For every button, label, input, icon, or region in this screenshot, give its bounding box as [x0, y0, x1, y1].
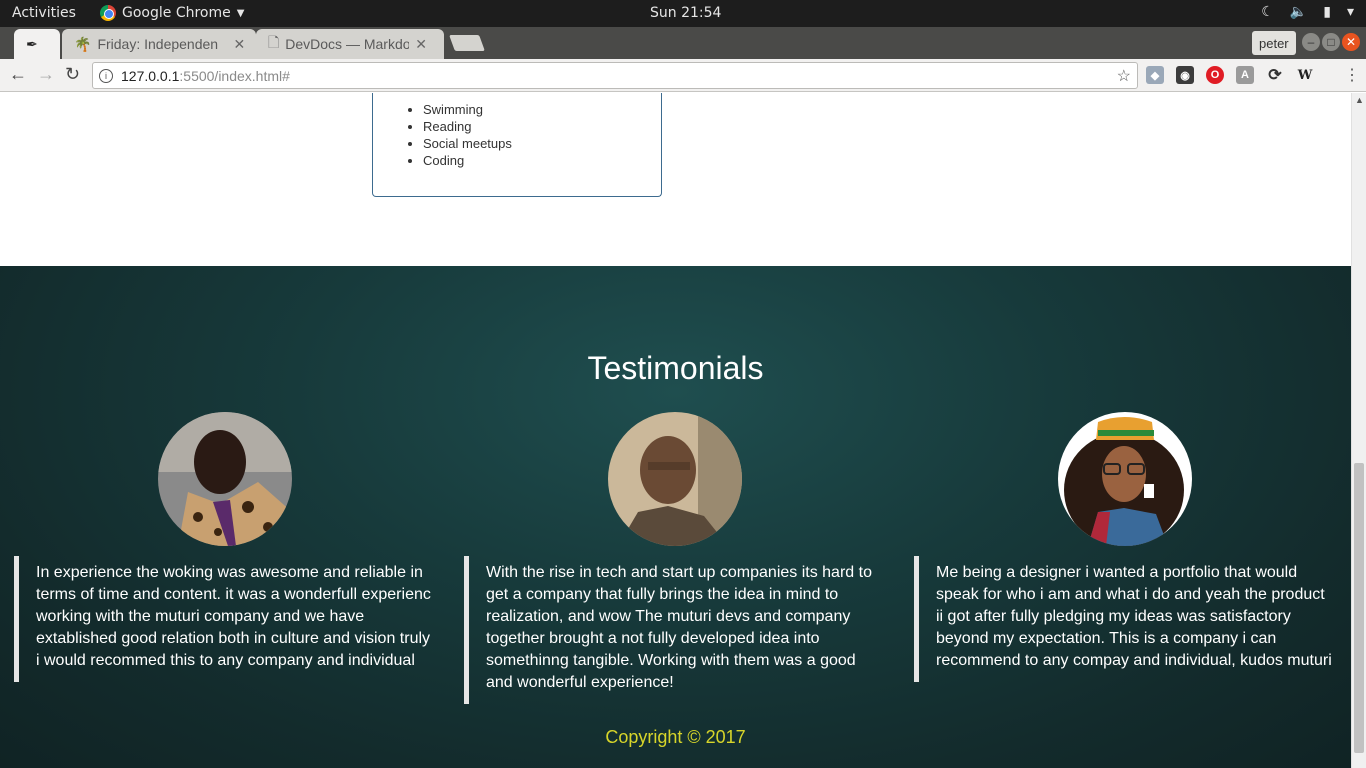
browser-toolbar: ← → ↻ i 127.0.0.1:5500/index.html# ☆ ◆ ◉… [0, 59, 1366, 92]
info-icon[interactable]: i [99, 68, 113, 83]
avatar [608, 412, 742, 546]
dropbox-icon[interactable]: ◆ [1146, 66, 1164, 84]
list-item: Swimming [423, 101, 512, 118]
hobbies-card: Swimming Reading Social meetups Coding [372, 93, 662, 197]
reload-button[interactable]: ↻ [65, 64, 80, 85]
tab-title: DevDocs — Markdo [285, 36, 410, 52]
tab-strip: ✒ 🌴 Friday: Independen ✕ 🗋 DevDocs — Mar… [0, 27, 1366, 59]
activities-button[interactable]: Activities [12, 5, 76, 21]
minimize-button[interactable]: – [1302, 33, 1320, 51]
evernote-icon[interactable]: ◉ [1176, 66, 1194, 84]
caret-down-icon: ▼ [236, 7, 245, 19]
tab-friday[interactable]: 🌴 Friday: Independen ✕ [62, 29, 256, 59]
night-light-icon: ☾ [1261, 4, 1274, 20]
app-menu[interactable]: Google Chrome ▼ [100, 5, 244, 21]
hobbies-list: Swimming Reading Social meetups Coding [423, 101, 512, 169]
list-item: Reading [423, 118, 512, 135]
back-button[interactable]: ← [9, 64, 27, 85]
system-tray[interactable]: ☾ 🔈 ▮ ▾ [1261, 4, 1354, 20]
testimonial-text: With the rise in tech and start up compa… [464, 556, 884, 704]
avatar [158, 412, 292, 546]
window-controls: – □ ✕ [1302, 33, 1360, 51]
tab-devdocs[interactable]: 🗋 DevDocs — Markdo ✕ [256, 29, 444, 59]
tab-current[interactable]: ✒ [14, 29, 60, 59]
wikipedia-icon[interactable]: W [1296, 66, 1314, 84]
chrome-icon [100, 5, 116, 21]
opera-icon[interactable]: O [1206, 66, 1224, 84]
scroll-up-icon[interactable]: ▲ [1355, 95, 1364, 105]
testimonials-section: Testimonials In experience the woking wa… [0, 266, 1351, 768]
page-scrollbar[interactable]: ▲ [1351, 93, 1366, 768]
scrollbar-thumb[interactable] [1354, 463, 1364, 753]
chevron-down-icon: ▾ [1346, 4, 1354, 20]
feather-icon: ✒ [26, 35, 38, 52]
close-window-button[interactable]: ✕ [1342, 33, 1360, 51]
document-icon: 🗋 [268, 34, 280, 50]
battery-icon: ▮ [1323, 4, 1331, 20]
sync-icon[interactable]: ⟳ [1266, 66, 1284, 84]
page-viewport: Swimming Reading Social meetups Coding T… [0, 93, 1351, 768]
app-name: Google Chrome [122, 5, 231, 21]
bookmark-star-icon[interactable]: ☆ [1117, 66, 1131, 86]
url-path: :5500/index.html# [179, 67, 290, 84]
address-bar[interactable]: i 127.0.0.1:5500/index.html# ☆ [92, 62, 1138, 89]
menu-icon[interactable]: ⋮ [1344, 65, 1360, 85]
close-icon[interactable]: ✕ [415, 36, 427, 53]
profile-button[interactable]: peter [1252, 31, 1296, 55]
avatar [1058, 412, 1192, 546]
testimonial-text: In experience the woking was awesome and… [14, 556, 434, 682]
system-top-bar: Activities Google Chrome ▼ Sun 21:54 ☾ 🔈… [0, 0, 1366, 27]
system-clock[interactable]: Sun 21:54 [650, 5, 721, 21]
close-icon[interactable]: ✕ [233, 36, 245, 53]
maximize-button[interactable]: □ [1322, 33, 1340, 51]
volume-icon: 🔈 [1289, 4, 1308, 20]
copyright-text: Copyright © 2017 [605, 727, 746, 747]
tab-title: Friday: Independen [97, 36, 219, 52]
section-title: Testimonials [587, 350, 764, 386]
list-item: Social meetups [423, 135, 512, 152]
forward-button[interactable]: → [37, 64, 55, 85]
angular-icon[interactable]: A [1236, 66, 1254, 84]
tree-icon: 🌴 [74, 35, 92, 52]
url-host: 127.0.0.1 [121, 67, 180, 84]
new-tab-button[interactable] [449, 35, 485, 51]
list-item: Coding [423, 152, 512, 169]
testimonial-text: Me being a designer i wanted a portfolio… [914, 556, 1334, 682]
extensions-bar: ◆ ◉ O A ⟳ W [1146, 66, 1314, 84]
